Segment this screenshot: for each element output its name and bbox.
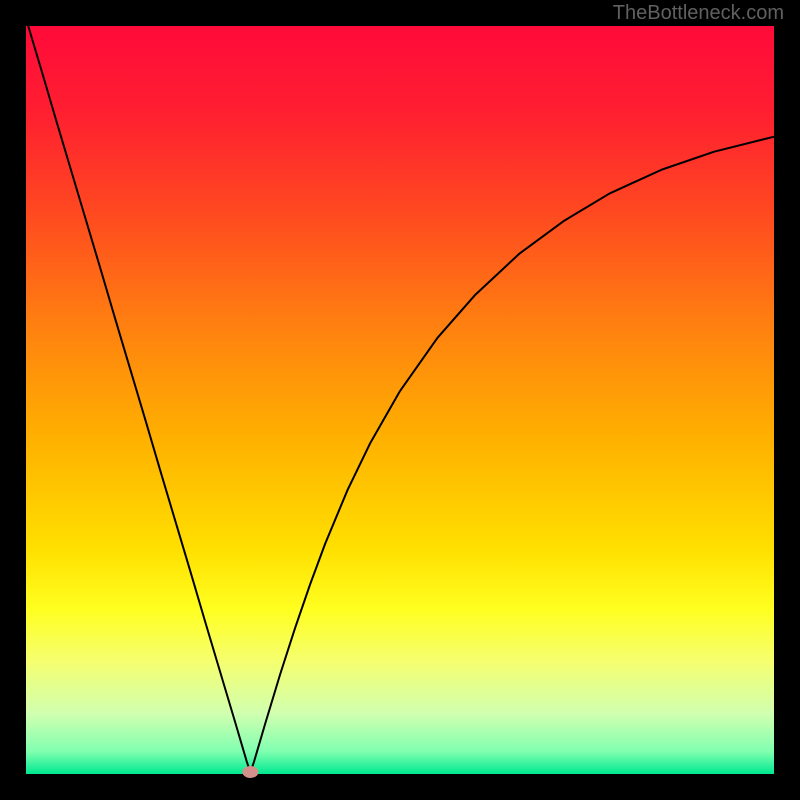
chart-svg [0,0,800,800]
watermark-text: TheBottleneck.com [613,2,784,25]
minimum-marker [242,766,258,778]
chart-background-gradient [26,26,774,774]
chart-container: TheBottleneck.com [0,0,800,800]
